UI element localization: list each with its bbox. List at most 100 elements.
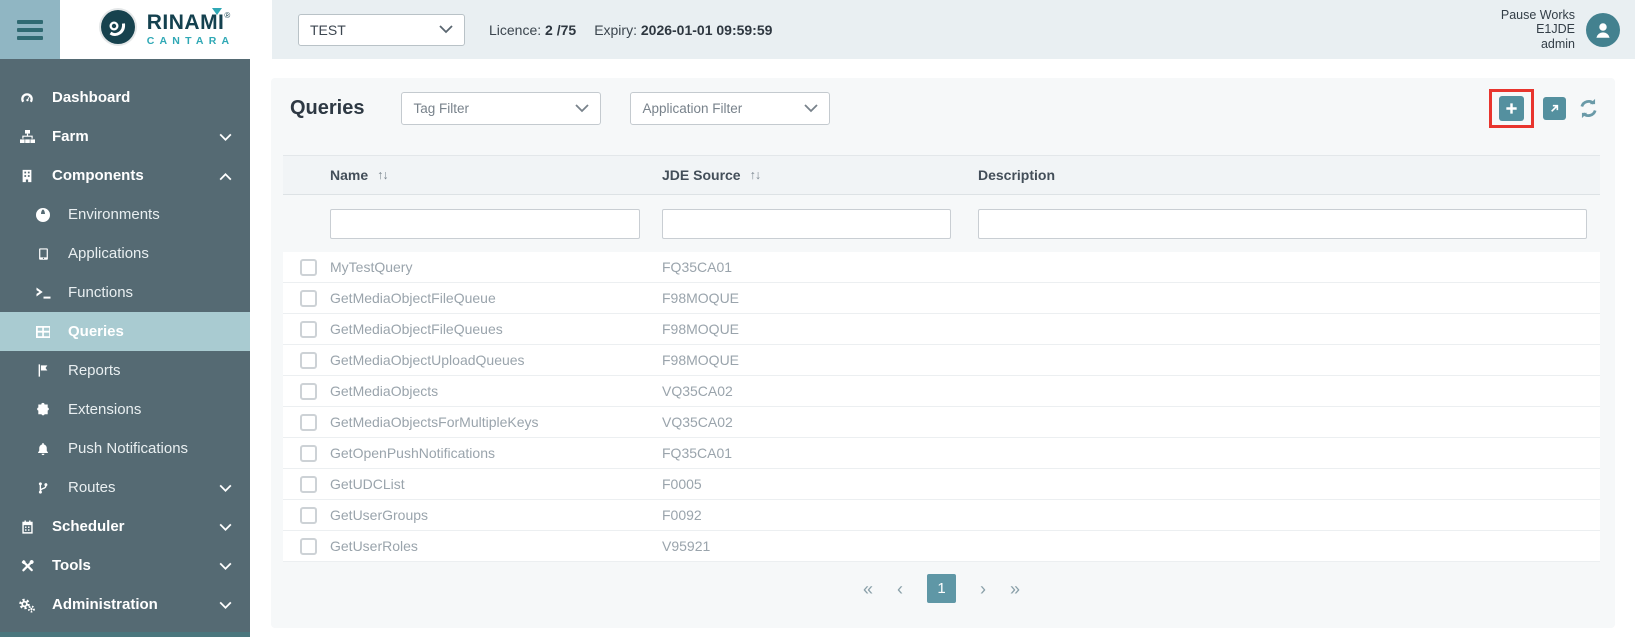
sidebar-item-scheduler[interactable]: Scheduler	[0, 507, 250, 546]
tag-filter-placeholder: Tag Filter	[413, 100, 470, 116]
sidebar-item-label: Scheduler	[52, 518, 125, 535]
query-name: GetUserRoles	[330, 538, 418, 554]
table-row[interactable]: GetMediaObjectUploadQueues F98MOQUE	[283, 345, 1600, 376]
hamburger-menu-button[interactable]	[0, 0, 60, 59]
column-header-jde-source: JDE Source	[662, 167, 741, 183]
brand-check-icon	[212, 8, 223, 16]
brand-emblem-icon	[98, 7, 138, 52]
row-checkbox[interactable]	[300, 444, 317, 462]
table-row[interactable]: GetUserRoles V95921	[283, 531, 1600, 562]
sidebar-item-farm[interactable]: Farm	[0, 117, 250, 156]
table-row[interactable]: GetMediaObjectsForMultipleKeys VQ35CA02	[283, 407, 1600, 438]
sidebar-item-label: Functions	[68, 284, 134, 301]
table-row[interactable]: GetMediaObjectFileQueue F98MOQUE	[283, 283, 1600, 314]
row-checkbox[interactable]	[300, 258, 317, 276]
environment-select[interactable]: TEST	[298, 13, 465, 46]
query-name: MyTestQuery	[330, 259, 413, 275]
row-checkbox[interactable]	[300, 413, 317, 431]
row-checkbox[interactable]	[300, 351, 317, 369]
main-content: Queries Tag Filter Application Filter Na…	[250, 59, 1635, 637]
table-row[interactable]: GetMediaObjectFileQueues F98MOQUE	[283, 314, 1600, 345]
top-header: RINAMI® CANTARA TEST Licence: 2 /75 Expi…	[0, 0, 1635, 59]
pagination-prev-button[interactable]: ‹	[897, 580, 903, 598]
sidebar-item-label: Environments	[68, 206, 160, 223]
chevron-down-icon	[219, 479, 232, 496]
table-row[interactable]: GetMediaObjects VQ35CA02	[283, 376, 1600, 407]
query-jde-source: F98MOQUE	[662, 352, 740, 368]
sidebar-item-queries[interactable]: Queries	[0, 312, 250, 351]
sidebar-item-functions[interactable]: Functions	[0, 273, 250, 312]
table-row[interactable]: GetUserGroups F0092	[283, 500, 1600, 531]
add-query-button[interactable]	[1499, 95, 1524, 121]
refresh-button[interactable]	[1575, 95, 1601, 121]
sidebar-item-push-notifications[interactable]: Push Notifications	[0, 429, 250, 468]
row-checkbox[interactable]	[300, 475, 317, 493]
sidebar-item-components[interactable]: Components	[0, 156, 250, 195]
puzzle-icon	[32, 401, 54, 419]
globe-icon	[32, 206, 54, 224]
query-name: GetMediaObjects	[330, 383, 439, 399]
bell-icon	[32, 440, 54, 458]
licence-value: 2 /75	[545, 21, 577, 38]
description-filter-input[interactable]	[978, 208, 1587, 239]
name-filter-input[interactable]	[330, 208, 640, 239]
sidebar-item-label: Reports	[68, 362, 121, 379]
pagination-last-button[interactable]: »	[1010, 580, 1020, 598]
user-account: Pause Works	[1500, 7, 1575, 22]
branch-icon	[32, 479, 54, 497]
application-filter-placeholder: Application Filter	[642, 100, 743, 116]
row-checkbox[interactable]	[300, 506, 317, 524]
refresh-icon	[1580, 98, 1596, 118]
sort-icon[interactable]: ↑↓	[750, 168, 761, 182]
sidebar-item-dashboard[interactable]: Dashboard	[0, 78, 250, 117]
sidebar-item-environments[interactable]: Environments	[0, 195, 250, 234]
row-checkbox[interactable]	[300, 320, 317, 338]
tablet-icon	[32, 245, 54, 263]
table-grid-icon	[32, 323, 54, 341]
sidebar-item-reports[interactable]: Reports	[0, 351, 250, 390]
pagination-next-button[interactable]: ›	[980, 580, 986, 598]
user-info: Pause Works E1JDE admin	[1501, 8, 1575, 52]
sidebar-item-administration[interactable]: Administration	[0, 585, 250, 624]
table-row[interactable]: MyTestQuery FQ35CA01	[283, 252, 1600, 283]
query-jde-source: F0005	[662, 476, 702, 492]
query-jde-source: F98MOQUE	[662, 290, 740, 306]
export-button[interactable]	[1543, 96, 1566, 120]
table-filter-row	[283, 195, 1600, 252]
sidebar-item-label: Applications	[68, 245, 149, 262]
sidebar-item-tools[interactable]: Tools	[0, 546, 250, 585]
query-jde-source: F98MOQUE	[662, 321, 740, 337]
queries-panel: Queries Tag Filter Application Filter Na…	[271, 78, 1615, 628]
sidebar-item-extensions[interactable]: Extensions	[0, 390, 250, 429]
tag-filter-select[interactable]: Tag Filter	[401, 91, 602, 125]
query-name: GetMediaObjectFileQueue	[330, 290, 496, 306]
person-icon	[1596, 22, 1610, 38]
pagination-first-button[interactable]: «	[863, 580, 873, 598]
sidebar-item-label: Administration	[52, 596, 158, 613]
pagination-page-1[interactable]: 1	[927, 574, 956, 603]
query-jde-source: FQ35CA01	[662, 259, 733, 275]
licence-info: Licence: 2 /75	[489, 22, 576, 38]
row-checkbox[interactable]	[300, 289, 317, 307]
user-avatar[interactable]	[1586, 12, 1620, 47]
sort-icon[interactable]: ↑↓	[377, 168, 388, 182]
sidebar-item-routes[interactable]: Routes	[0, 468, 250, 507]
table-header-row: Name ↑↓ JDE Source ↑↓ Description	[283, 155, 1600, 195]
query-jde-source: VQ35CA02	[662, 414, 733, 430]
pagination: « ‹ 1 › »	[283, 574, 1600, 603]
row-checkbox[interactable]	[300, 537, 317, 555]
row-checkbox[interactable]	[300, 382, 317, 400]
column-header-description: Description	[978, 167, 1056, 183]
application-filter-select[interactable]: Application Filter	[630, 91, 831, 125]
sidebar-item-label: Farm	[52, 128, 89, 145]
sidebar-item-applications[interactable]: Applications	[0, 234, 250, 273]
hamburger-icon	[17, 19, 43, 24]
sidebar-nav: Dashboard Farm Components Environments A…	[0, 59, 250, 637]
flag-icon	[32, 362, 54, 380]
jde-source-filter-input[interactable]	[662, 208, 951, 239]
table-row[interactable]: GetUDCList F0005	[283, 469, 1600, 500]
query-name: GetMediaObjectFileQueues	[330, 321, 503, 337]
chevron-down-icon	[219, 128, 232, 145]
table-row[interactable]: GetOpenPushNotifications FQ35CA01	[283, 438, 1600, 469]
page-title: Queries	[290, 96, 365, 119]
